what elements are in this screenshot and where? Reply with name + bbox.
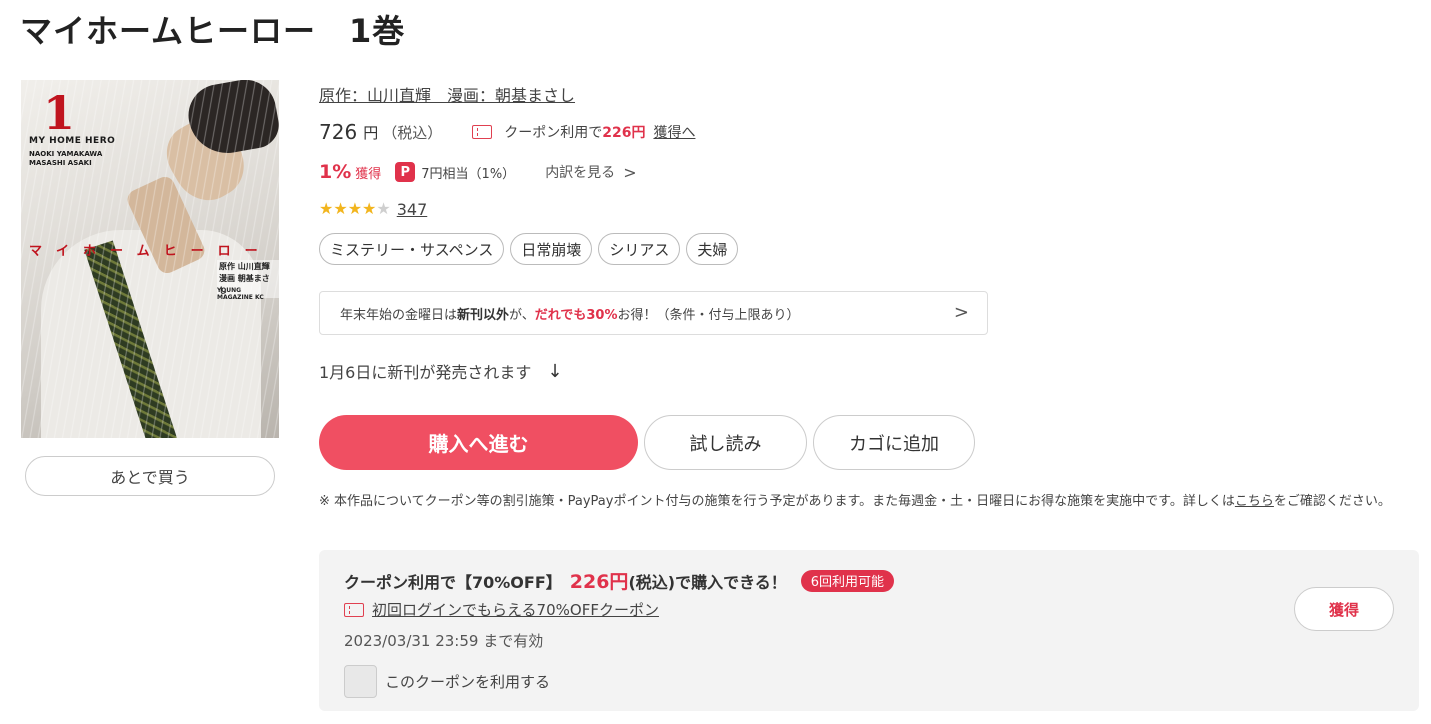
coupon-headline: クーポン利用で【70%OFF】 226円 (税込)で購入できる！ 6回利用可能 — [344, 567, 895, 594]
chevron-right-icon[interactable]: > — [623, 163, 636, 182]
paypay-value: 7円相当（1%） — [421, 166, 516, 182]
coupon-headline-price: 226円 — [569, 571, 629, 593]
coupon-panel: クーポン利用で【70%OFF】 226円 (税込)で購入できる！ 6回利用可能 … — [319, 550, 1419, 711]
promo-text: お得！（条件・付与上限あり） — [617, 307, 800, 323]
coupon-headline-text: (税込)で購入できる！ — [628, 572, 787, 592]
coupon-icon — [344, 602, 364, 617]
coupon-uses-badge: 6回利用可能 — [800, 569, 895, 592]
promo-text: 年末年始の金曜日は — [340, 307, 458, 323]
points-row: 1% 獲得 P 7円相当（1%） 内訳を見る > — [319, 159, 637, 185]
use-coupon-label[interactable]: このクーポンを利用する — [385, 671, 550, 692]
cover-title-en: MY HOME HERO — [29, 136, 116, 146]
tag-serious[interactable]: シリアス — [598, 233, 681, 265]
coupon-icon — [472, 125, 493, 139]
points-detail-link[interactable]: 内訳を見る — [545, 162, 615, 182]
price-row: 726 円 （税込） クーポン利用で 226円 獲得へ — [319, 118, 695, 146]
rating-row: ★ ★ ★ ★ ★ 347 — [319, 198, 427, 220]
genre-tags: ミステリー・サスペンス 日常崩壊 シリアス 夫婦 — [319, 233, 739, 265]
trial-read-button[interactable]: 試し読み — [644, 415, 807, 470]
promo-highlight: だれでも30% — [534, 307, 618, 323]
points-percent: 1% — [319, 161, 352, 183]
chevron-right-icon: > — [953, 302, 969, 323]
tag-daily-collapse[interactable]: 日常崩壊 — [510, 233, 593, 265]
tag-couple[interactable]: 夫婦 — [686, 233, 739, 265]
star-icon: ★ — [347, 199, 363, 218]
note-text: をご確認ください。 — [1273, 494, 1391, 509]
book-cover-image[interactable]: 1 MY HOME HERO NAOKI YAMAKAWA MASASHI AS… — [21, 80, 279, 438]
star-empty-icon: ★ — [376, 199, 391, 218]
promo-banner[interactable]: 年末年始の金曜日は 新刊以外 が、 だれでも30% お得！（条件・付与上限あり） > — [319, 291, 988, 335]
page-title: マイホームヒーロー 1巻 — [20, 12, 406, 50]
coupon-prefix: クーポン利用で — [504, 125, 603, 141]
promo-bold: 新刊以外 — [457, 307, 510, 323]
star-icon: ★ — [362, 199, 377, 218]
promo-text: が、 — [509, 307, 535, 323]
campaign-note: ※ 本作品についてクーポン等の割引施策・PayPayポイント付与の施策を行う予定… — [319, 492, 1414, 512]
star-icon: ★ — [333, 199, 348, 218]
price-tax: （税込） — [382, 123, 443, 142]
tag-mystery[interactable]: ミステリー・サスペンス — [319, 233, 505, 265]
note-link[interactable]: こちら — [1235, 494, 1274, 509]
coupon-name-row: 初回ログインでもらえる70%OFFクーポン — [344, 599, 659, 620]
coupon-get-link[interactable]: 獲得へ — [653, 122, 695, 142]
coupon-price: 226円 — [602, 125, 646, 141]
points-label: 獲得 — [355, 166, 382, 182]
price-unit: 円 — [363, 123, 379, 142]
coupon-use-row: このクーポンを利用する — [344, 665, 550, 698]
cover-publisher: YOUNG MAGAZINE KC — [217, 287, 264, 301]
release-text: 1月6日に新刊が発売されます — [319, 363, 532, 382]
use-coupon-checkbox[interactable] — [344, 665, 377, 698]
coupon-name-link[interactable]: 初回ログインでもらえる70%OFFクーポン — [372, 599, 659, 620]
note-text: ※ 本作品についてクーポン等の割引施策・PayPayポイント付与の施策を行う予定… — [319, 494, 1235, 509]
coupon-headline-text: クーポン利用で【70%OFF】 — [344, 572, 562, 592]
paypay-icon: P — [395, 162, 416, 182]
buy-button[interactable]: 購入へ進む — [319, 415, 638, 470]
review-count-link[interactable]: 347 — [397, 200, 428, 219]
cover-title-jp: マイホームヒーロー — [29, 244, 272, 259]
star-icon: ★ — [319, 199, 334, 218]
coupon-get-button[interactable]: 獲得 — [1294, 587, 1394, 631]
buy-later-button[interactable]: あとで買う — [25, 456, 275, 496]
release-notice[interactable]: 1月6日に新刊が発売されます ↓ — [319, 359, 562, 383]
cover-volume-number: 1 — [43, 86, 76, 140]
author-link[interactable]: 原作：山川直輝 漫画：朝基まさし — [319, 82, 575, 106]
arrow-down-icon[interactable]: ↓ — [547, 361, 562, 382]
add-to-cart-button[interactable]: カゴに追加 — [813, 415, 975, 470]
coupon-expiry: 2023/03/31 23:59 まで有効 — [344, 632, 544, 650]
cover-authors-en: NAOKI YAMAKAWA MASASHI ASAKI — [29, 150, 103, 167]
price-amount: 726 — [319, 120, 358, 144]
